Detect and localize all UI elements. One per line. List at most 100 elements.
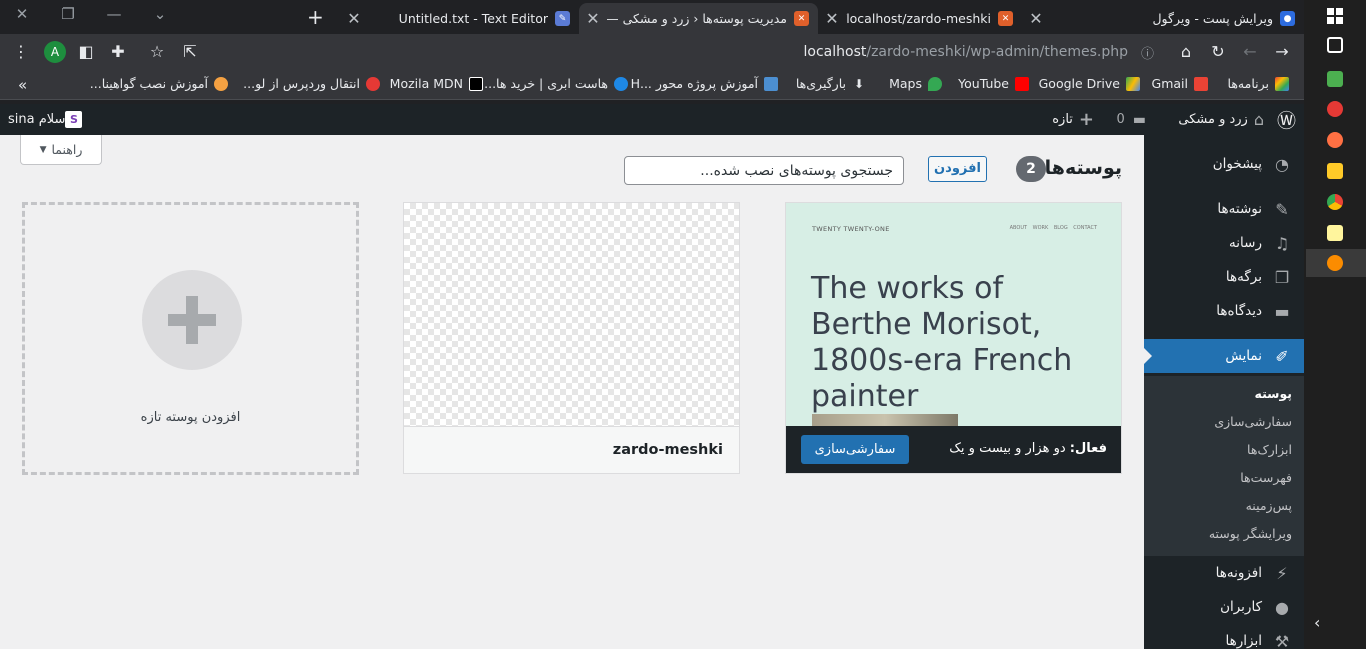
- sidebar-item-users[interactable]: ● کاربران: [1144, 590, 1304, 624]
- bookmark-cloud-host[interactable]: هاست ابری | خرید ها...: [484, 76, 628, 91]
- pushpin-icon: ✎: [1275, 199, 1289, 219]
- task-view-icon[interactable]: [1327, 37, 1343, 53]
- notepad-icon[interactable]: [1327, 225, 1343, 241]
- back-icon[interactable]: →: [1271, 41, 1293, 63]
- chrome-icon[interactable]: [1327, 194, 1343, 210]
- sidebar-item-appearance[interactable]: ✐ نمایش: [1144, 339, 1304, 373]
- add-new-theme-card[interactable]: افزودن پوسته تازه: [22, 202, 359, 475]
- admin-bar-comments[interactable]: ▬ 0: [1116, 104, 1146, 135]
- submenu-widgets[interactable]: ابزارک‌ها: [1247, 442, 1292, 457]
- new-tab-button[interactable]: +: [307, 5, 324, 29]
- admin-bar-new[interactable]: + تازه: [1052, 104, 1094, 135]
- download-icon: ⬇: [853, 76, 865, 91]
- theme-card-zardo-meshki[interactable]: zardo-meshki: [403, 202, 740, 474]
- appearance-submenu: پوسته سفارشی‌سازی ابزارک‌ها فهرست‌ها پس‌…: [1144, 376, 1304, 556]
- close-tab-icon[interactable]: ✕: [344, 9, 364, 28]
- menu-dots-icon[interactable]: ⋮: [10, 41, 32, 63]
- minimize-window-icon[interactable]: —: [102, 5, 126, 23]
- profile-avatar[interactable]: A: [44, 41, 66, 63]
- tab-virgool[interactable]: ● ویرایش پست - ویرگول ✕: [1022, 3, 1304, 34]
- bookmark-star-icon[interactable]: ☆: [146, 41, 168, 63]
- theme-screenshot[interactable]: TWENTY TWENTY-ONE ABOUT WORK BLOG CONTAC…: [786, 203, 1121, 426]
- virgool-favicon-icon: ●: [1280, 11, 1295, 26]
- wp-admin-sidebar: ◔ پیشخوان ✎ نوشته‌ها ♫ رسانه ❐ برگه‌ها ▬ دیدگ…: [1144, 135, 1304, 649]
- bookmark-ssl-install[interactable]: آموزش نصب گواهینا...: [90, 76, 228, 91]
- bookmark-apps[interactable]: برنامه‌ها: [1228, 76, 1289, 91]
- theme-screenshot-placeholder[interactable]: [404, 203, 739, 426]
- restore-window-icon[interactable]: ❐: [56, 5, 80, 23]
- reload-icon[interactable]: ↻: [1207, 41, 1229, 63]
- gmail-icon: [1194, 76, 1208, 91]
- sidebar-item-plugins[interactable]: ⚡ افزونه‌ها: [1144, 556, 1304, 590]
- bookmark-project-course[interactable]: آموزش پروژه محور ...H: [631, 76, 778, 91]
- bookmark-mdn[interactable]: Mozila MDN: [390, 76, 483, 91]
- bookmark-wp-migration[interactable]: انتقال وردپرس از لو...: [243, 76, 380, 91]
- sidebar-item-pages[interactable]: ❐ برگه‌ها: [1144, 260, 1304, 294]
- sidebar-item-posts[interactable]: ✎ نوشته‌ها: [1144, 192, 1304, 226]
- wordpress-logo-icon[interactable]: Ⓦ: [1277, 104, 1296, 135]
- close-tab-icon[interactable]: ✕: [822, 9, 842, 28]
- bookmark-gmail[interactable]: Gmail: [1152, 76, 1208, 91]
- close-tab-icon[interactable]: ✕: [583, 9, 603, 28]
- tab-localhost[interactable]: ✕ localhost/zardo-meshki/ ✕: [818, 3, 1022, 34]
- comment-bubble-icon: ▬: [1132, 111, 1146, 128]
- os-side-rail: [1304, 0, 1366, 649]
- help-tab-button[interactable]: راهنما ▼: [20, 135, 102, 165]
- home-icon[interactable]: ⌂: [1175, 41, 1197, 63]
- submenu-menus[interactable]: فهرست‌ها: [1240, 470, 1292, 485]
- google-drive-icon: [1126, 76, 1140, 91]
- screenshot-headline: The works of Berthe Morisot, 1800s-era F…: [811, 271, 1073, 414]
- sidebar-item-comments[interactable]: ▬ دیدگاه‌ها: [1144, 294, 1304, 328]
- migration-site-icon: [366, 76, 380, 91]
- opera-icon[interactable]: [1327, 101, 1343, 117]
- screenshot-brand: TWENTY TWENTY-ONE: [812, 225, 890, 233]
- url-text: localhost/zardo-meshki/wp-admin/themes.p…: [804, 44, 1128, 60]
- submenu-customize[interactable]: سفارشی‌سازی: [1214, 414, 1292, 429]
- bookmark-maps[interactable]: Maps: [889, 76, 942, 91]
- extensions-icon[interactable]: ✚: [107, 41, 129, 63]
- submenu-theme-editor[interactable]: ویرایشگر پوسته: [1209, 526, 1292, 541]
- firefox-icon[interactable]: [1327, 132, 1343, 148]
- browser-toolbar: ⋮ A ◧ ✚ ☆ ⇱ localhost/zardo-meshki/wp-ad…: [0, 34, 1304, 70]
- sidebar-item-dashboard[interactable]: ◔ پیشخوان: [1144, 147, 1304, 181]
- sidebar-item-media[interactable]: ♫ رسانه: [1144, 226, 1304, 260]
- url-path: /zardo-meshki/wp-admin/themes.php: [866, 44, 1128, 60]
- file-explorer-icon[interactable]: [1327, 163, 1343, 179]
- youtube-icon: [1015, 76, 1029, 91]
- plus-icon: [142, 270, 242, 370]
- submenu-themes[interactable]: پوسته: [1254, 386, 1292, 401]
- tab-strip: ✕ ❐ — ⌄ + ● ویرایش پست - ویرگول ✕ ✕ loca…: [0, 0, 1304, 34]
- site-info-icon[interactable]: ⓘ: [1141, 43, 1154, 62]
- course-site-icon: [764, 76, 778, 91]
- admin-bar-account[interactable]: S سلام sina: [8, 104, 90, 135]
- bookmark-downloads[interactable]: ⬇ بارگیری‌ها: [796, 76, 866, 91]
- active-theme-bar: فعال: دو هزار و بیست و یک سفارشی‌سازی: [786, 426, 1121, 473]
- sidebar-item-tools[interactable]: ⚒ ابزارها: [1144, 624, 1304, 649]
- close-tab-icon[interactable]: ✕: [1026, 9, 1046, 28]
- windows-start-icon[interactable]: [1327, 8, 1343, 24]
- user-icon: ●: [1275, 597, 1289, 617]
- add-new-theme-button[interactable]: افزودن: [928, 156, 987, 182]
- theme-card-active[interactable]: TWENTY TWENTY-ONE ABOUT WORK BLOG CONTAC…: [785, 202, 1122, 474]
- admin-bar-site[interactable]: ⌂ زرد و مشکی: [1178, 104, 1264, 135]
- submenu-background[interactable]: پس‌زمینه: [1246, 498, 1292, 513]
- theme-name: zardo-meshki: [404, 426, 739, 473]
- address-bar[interactable]: localhost/zardo-meshki/wp-admin/themes.p…: [170, 38, 1166, 66]
- store-app-icon[interactable]: [1327, 71, 1343, 87]
- pages-icon: ❐: [1274, 267, 1290, 287]
- search-themes-input[interactable]: [624, 156, 904, 185]
- bookmark-google-drive[interactable]: Google Drive: [1039, 76, 1140, 91]
- dashboard-gauge-icon: ◔: [1275, 154, 1289, 174]
- bookmark-youtube[interactable]: YouTube: [958, 76, 1029, 91]
- tab-themes[interactable]: ✕ مدیریت پوسته‌ها ‹ زرد و مشکی — ✕: [579, 3, 818, 34]
- tab-search-icon[interactable]: ⌄: [148, 5, 172, 23]
- add-new-theme-label: افزودن پوسته تازه: [140, 410, 241, 425]
- customize-button[interactable]: سفارشی‌سازی: [801, 435, 909, 464]
- more-bookmarks-button[interactable]: »: [18, 76, 27, 94]
- tab-text-editor[interactable]: ✎ Untitled.txt - Text Editor ✕: [340, 3, 579, 34]
- forward-icon[interactable]: ←: [1239, 41, 1261, 63]
- close-window-icon[interactable]: ✕: [10, 5, 34, 23]
- chevron-left-icon[interactable]: ‹: [1314, 613, 1320, 632]
- xampp-icon[interactable]: [1327, 255, 1343, 271]
- side-panel-icon[interactable]: ◧: [75, 41, 97, 63]
